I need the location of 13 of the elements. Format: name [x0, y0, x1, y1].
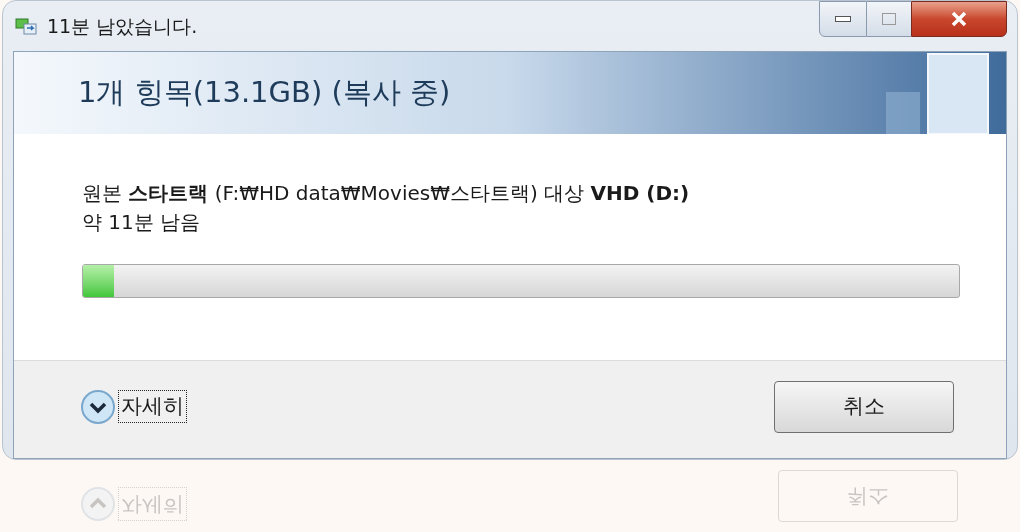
close-button[interactable]: [911, 1, 1007, 37]
time-remaining-text: 약 11분 남음: [82, 209, 202, 236]
header-title: 1개 힝목(13.1GB) (복사 중): [78, 74, 451, 112]
minimize-icon: [835, 16, 851, 22]
close-icon: [950, 11, 968, 27]
cancel-button[interactable]: 취소: [774, 380, 954, 433]
minimize-button[interactable]: [819, 1, 867, 37]
maximize-icon: [882, 13, 896, 25]
window-title: 11분 남았습니다.: [47, 13, 198, 39]
copy-icon: [15, 16, 39, 36]
chevron-icon: [80, 388, 116, 425]
source-destination-text: 원본 스타트랙 (F:₩HD data₩Movies₩스타트랙) 대상 VHD (D:): [82, 180, 691, 207]
chevron-icon: [80, 486, 116, 522]
